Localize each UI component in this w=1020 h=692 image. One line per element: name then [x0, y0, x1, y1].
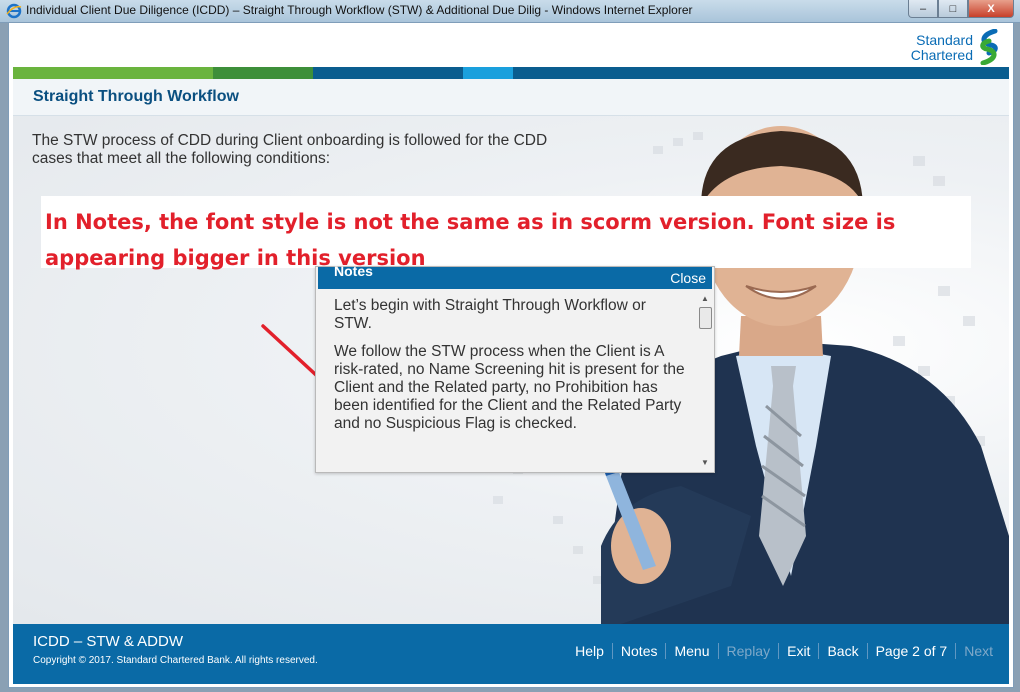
notes-paragraph: We follow the STW process when the Clien…	[334, 343, 685, 432]
window-title: Individual Client Due Diligence (ICDD) –…	[26, 3, 693, 17]
notes-paragraph: Let’s begin with Straight Through Workfl…	[334, 297, 646, 332]
notes-scrollbar[interactable]: ▲ ▼	[698, 293, 712, 469]
course-title: ICDD – STW & ADDW	[33, 633, 184, 650]
brand-logo-text: Standard Chartered	[911, 33, 973, 63]
notes-body: Let’s begin with Straight Through Workfl…	[334, 297, 686, 467]
stripe-blue-rest	[513, 67, 1009, 79]
stripe-green-dark	[213, 67, 313, 79]
copyright-text: Copyright © 2017. Standard Chartered Ban…	[33, 655, 318, 666]
next-button[interactable]: Next	[956, 643, 1001, 659]
minimize-button[interactable]: –	[908, 0, 938, 18]
notes-button[interactable]: Notes	[613, 643, 666, 659]
back-button[interactable]: Back	[819, 643, 866, 659]
header: Standard Chartered	[13, 23, 1009, 69]
brand-stripes	[13, 67, 1009, 79]
help-button[interactable]: Help	[567, 643, 612, 659]
page-indicator: Page 2 of 7	[875, 643, 948, 659]
scrollbar-thumb[interactable]	[699, 307, 712, 329]
replay-button[interactable]: Replay	[719, 643, 779, 659]
menu-button[interactable]: Menu	[666, 643, 717, 659]
slide-content: The STW process of CDD during Client onb…	[13, 116, 1009, 624]
annotation-box: In Notes, the font style is not the same…	[41, 196, 971, 270]
notes-popup: Notes Close Let’s begin with Straight Th…	[315, 263, 715, 473]
intro-text: The STW process of CDD during Client onb…	[32, 132, 548, 167]
window-titlebar: Individual Client Due Diligence (ICDD) –…	[0, 0, 1020, 23]
scroll-down-arrow-icon[interactable]: ▼	[698, 457, 712, 469]
standard-chartered-logo-icon	[980, 29, 998, 65]
brand-line-1: Standard	[916, 32, 973, 48]
stripe-green-light	[13, 67, 213, 79]
course-frame: Standard Chartered Straight Through Work…	[8, 22, 1014, 688]
exit-button[interactable]: Exit	[779, 643, 818, 659]
footer-nav: Help Notes Menu Replay Exit Back Page 2 …	[567, 643, 1001, 659]
maximize-button[interactable]: □	[938, 0, 968, 18]
notes-header: Notes Close	[318, 263, 712, 289]
notes-title: Notes	[334, 263, 373, 279]
page-title-bar: Straight Through Workflow	[13, 79, 1009, 116]
brand-line-2: Chartered	[910, 47, 973, 63]
stripe-blue-light	[463, 67, 513, 79]
stripe-blue-dark	[313, 67, 463, 79]
close-window-button[interactable]: X	[968, 0, 1014, 18]
page-title: Straight Through Workflow	[33, 88, 239, 105]
notes-close-button[interactable]: Close	[670, 270, 706, 286]
scroll-up-arrow-icon[interactable]: ▲	[698, 293, 712, 305]
footer-bar: ICDD – STW & ADDW Copyright © 2017. Stan…	[13, 624, 1009, 684]
internet-explorer-icon	[6, 3, 22, 19]
